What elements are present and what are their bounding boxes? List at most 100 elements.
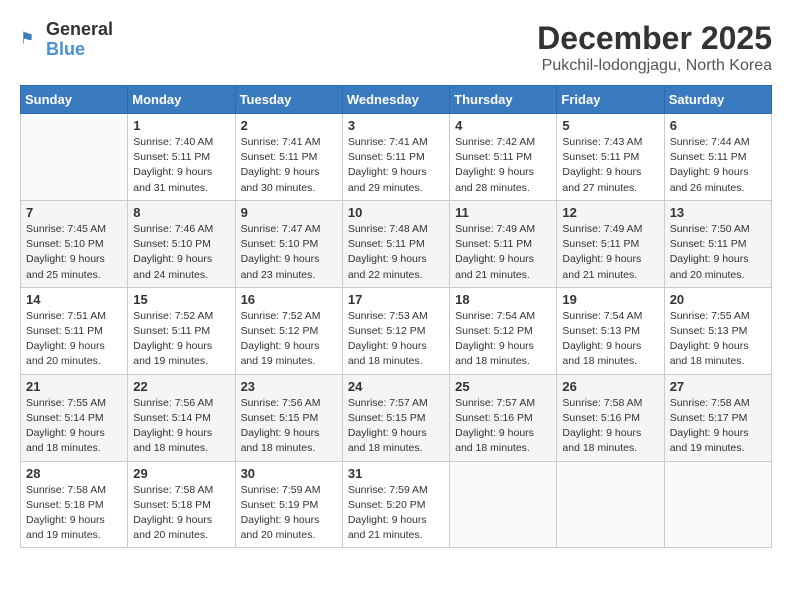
day-number: 25 — [455, 379, 551, 394]
calendar-cell: 5 Sunrise: 7:43 AMSunset: 5:11 PMDayligh… — [557, 114, 664, 201]
day-number: 17 — [348, 292, 444, 307]
calendar-cell: 21 Sunrise: 7:55 AMSunset: 5:14 PMDaylig… — [21, 374, 128, 461]
day-info: Sunrise: 7:57 AMSunset: 5:16 PMDaylight:… — [455, 396, 551, 457]
day-info: Sunrise: 7:55 AMSunset: 5:13 PMDaylight:… — [670, 309, 766, 370]
day-info: Sunrise: 7:51 AMSunset: 5:11 PMDaylight:… — [26, 309, 122, 370]
calendar-cell: 6 Sunrise: 7:44 AMSunset: 5:11 PMDayligh… — [664, 114, 771, 201]
calendar-cell: 26 Sunrise: 7:58 AMSunset: 5:16 PMDaylig… — [557, 374, 664, 461]
calendar-week-row: 21 Sunrise: 7:55 AMSunset: 5:14 PMDaylig… — [21, 374, 772, 461]
day-info: Sunrise: 7:47 AMSunset: 5:10 PMDaylight:… — [241, 222, 337, 283]
calendar-cell: 10 Sunrise: 7:48 AMSunset: 5:11 PMDaylig… — [342, 200, 449, 287]
day-number: 9 — [241, 205, 337, 220]
header-tuesday: Tuesday — [235, 86, 342, 114]
calendar-cell: 16 Sunrise: 7:52 AMSunset: 5:12 PMDaylig… — [235, 287, 342, 374]
day-number: 4 — [455, 118, 551, 133]
calendar-cell: 27 Sunrise: 7:58 AMSunset: 5:17 PMDaylig… — [664, 374, 771, 461]
day-number: 28 — [26, 466, 122, 481]
day-number: 24 — [348, 379, 444, 394]
day-info: Sunrise: 7:58 AMSunset: 5:18 PMDaylight:… — [26, 483, 122, 544]
calendar-cell: 18 Sunrise: 7:54 AMSunset: 5:12 PMDaylig… — [450, 287, 557, 374]
day-info: Sunrise: 7:42 AMSunset: 5:11 PMDaylight:… — [455, 135, 551, 196]
calendar-cell: 15 Sunrise: 7:52 AMSunset: 5:11 PMDaylig… — [128, 287, 235, 374]
calendar-table: SundayMondayTuesdayWednesdayThursdayFrid… — [20, 85, 772, 548]
day-number: 6 — [670, 118, 766, 133]
day-info: Sunrise: 7:44 AMSunset: 5:11 PMDaylight:… — [670, 135, 766, 196]
day-info: Sunrise: 7:50 AMSunset: 5:11 PMDaylight:… — [670, 222, 766, 283]
day-info: Sunrise: 7:56 AMSunset: 5:14 PMDaylight:… — [133, 396, 229, 457]
day-info: Sunrise: 7:40 AMSunset: 5:11 PMDaylight:… — [133, 135, 229, 196]
day-number: 19 — [562, 292, 658, 307]
header-thursday: Thursday — [450, 86, 557, 114]
calendar-week-row: 7 Sunrise: 7:45 AMSunset: 5:10 PMDayligh… — [21, 200, 772, 287]
page-header: ⚑ General Blue December 2025 Pukchil-lod… — [20, 20, 772, 75]
day-info: Sunrise: 7:41 AMSunset: 5:11 PMDaylight:… — [241, 135, 337, 196]
calendar-cell: 2 Sunrise: 7:41 AMSunset: 5:11 PMDayligh… — [235, 114, 342, 201]
day-number: 2 — [241, 118, 337, 133]
day-number: 12 — [562, 205, 658, 220]
day-number: 22 — [133, 379, 229, 394]
logo-blue: Blue — [46, 39, 85, 59]
title-section: December 2025 Pukchil-lodongjagu, North … — [537, 20, 772, 75]
calendar-cell: 30 Sunrise: 7:59 AMSunset: 5:19 PMDaylig… — [235, 461, 342, 548]
day-number: 23 — [241, 379, 337, 394]
day-number: 15 — [133, 292, 229, 307]
day-info: Sunrise: 7:58 AMSunset: 5:18 PMDaylight:… — [133, 483, 229, 544]
day-number: 16 — [241, 292, 337, 307]
day-number: 18 — [455, 292, 551, 307]
calendar-cell: 12 Sunrise: 7:49 AMSunset: 5:11 PMDaylig… — [557, 200, 664, 287]
calendar-cell: 24 Sunrise: 7:57 AMSunset: 5:15 PMDaylig… — [342, 374, 449, 461]
calendar-cell: 8 Sunrise: 7:46 AMSunset: 5:10 PMDayligh… — [128, 200, 235, 287]
calendar-cell — [557, 461, 664, 548]
calendar-cell: 9 Sunrise: 7:47 AMSunset: 5:10 PMDayligh… — [235, 200, 342, 287]
day-number: 13 — [670, 205, 766, 220]
calendar-cell: 13 Sunrise: 7:50 AMSunset: 5:11 PMDaylig… — [664, 200, 771, 287]
day-info: Sunrise: 7:54 AMSunset: 5:12 PMDaylight:… — [455, 309, 551, 370]
calendar-cell: 11 Sunrise: 7:49 AMSunset: 5:11 PMDaylig… — [450, 200, 557, 287]
day-number: 1 — [133, 118, 229, 133]
calendar-cell: 28 Sunrise: 7:58 AMSunset: 5:18 PMDaylig… — [21, 461, 128, 548]
header-monday: Monday — [128, 86, 235, 114]
header-saturday: Saturday — [664, 86, 771, 114]
calendar-cell: 17 Sunrise: 7:53 AMSunset: 5:12 PMDaylig… — [342, 287, 449, 374]
logo-general: General — [46, 19, 113, 39]
day-info: Sunrise: 7:53 AMSunset: 5:12 PMDaylight:… — [348, 309, 444, 370]
calendar-week-row: 14 Sunrise: 7:51 AMSunset: 5:11 PMDaylig… — [21, 287, 772, 374]
day-number: 3 — [348, 118, 444, 133]
day-info: Sunrise: 7:46 AMSunset: 5:10 PMDaylight:… — [133, 222, 229, 283]
day-number: 20 — [670, 292, 766, 307]
day-number: 14 — [26, 292, 122, 307]
day-number: 27 — [670, 379, 766, 394]
calendar-header-row: SundayMondayTuesdayWednesdayThursdayFrid… — [21, 86, 772, 114]
day-info: Sunrise: 7:45 AMSunset: 5:10 PMDaylight:… — [26, 222, 122, 283]
day-number: 26 — [562, 379, 658, 394]
header-wednesday: Wednesday — [342, 86, 449, 114]
day-info: Sunrise: 7:49 AMSunset: 5:11 PMDaylight:… — [455, 222, 551, 283]
day-info: Sunrise: 7:59 AMSunset: 5:20 PMDaylight:… — [348, 483, 444, 544]
day-number: 21 — [26, 379, 122, 394]
day-number: 11 — [455, 205, 551, 220]
svg-text:⚑: ⚑ — [20, 30, 34, 48]
day-info: Sunrise: 7:59 AMSunset: 5:19 PMDaylight:… — [241, 483, 337, 544]
calendar-cell: 4 Sunrise: 7:42 AMSunset: 5:11 PMDayligh… — [450, 114, 557, 201]
calendar-cell — [664, 461, 771, 548]
calendar-week-row: 28 Sunrise: 7:58 AMSunset: 5:18 PMDaylig… — [21, 461, 772, 548]
day-info: Sunrise: 7:54 AMSunset: 5:13 PMDaylight:… — [562, 309, 658, 370]
day-info: Sunrise: 7:57 AMSunset: 5:15 PMDaylight:… — [348, 396, 444, 457]
day-info: Sunrise: 7:52 AMSunset: 5:11 PMDaylight:… — [133, 309, 229, 370]
day-number: 10 — [348, 205, 444, 220]
day-info: Sunrise: 7:58 AMSunset: 5:16 PMDaylight:… — [562, 396, 658, 457]
logo: ⚑ General Blue — [20, 20, 113, 60]
calendar-cell: 19 Sunrise: 7:54 AMSunset: 5:13 PMDaylig… — [557, 287, 664, 374]
day-info: Sunrise: 7:55 AMSunset: 5:14 PMDaylight:… — [26, 396, 122, 457]
calendar-cell: 29 Sunrise: 7:58 AMSunset: 5:18 PMDaylig… — [128, 461, 235, 548]
header-friday: Friday — [557, 86, 664, 114]
calendar-cell: 25 Sunrise: 7:57 AMSunset: 5:16 PMDaylig… — [450, 374, 557, 461]
calendar-title: December 2025 — [537, 20, 772, 57]
calendar-cell — [21, 114, 128, 201]
day-info: Sunrise: 7:58 AMSunset: 5:17 PMDaylight:… — [670, 396, 766, 457]
logo-text: General Blue — [46, 20, 113, 60]
day-number: 5 — [562, 118, 658, 133]
calendar-cell — [450, 461, 557, 548]
day-info: Sunrise: 7:43 AMSunset: 5:11 PMDaylight:… — [562, 135, 658, 196]
calendar-cell: 3 Sunrise: 7:41 AMSunset: 5:11 PMDayligh… — [342, 114, 449, 201]
